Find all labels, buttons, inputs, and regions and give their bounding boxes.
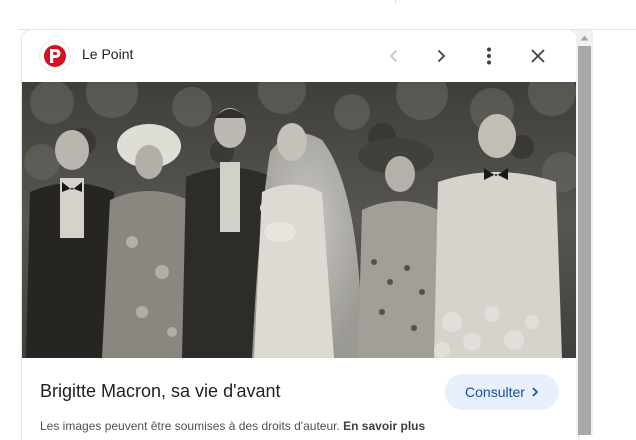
top-strip xyxy=(0,0,636,30)
next-button[interactable] xyxy=(423,38,459,74)
scroll-up-button[interactable] xyxy=(576,30,593,45)
close-icon xyxy=(531,49,545,63)
chevron-right-icon xyxy=(437,49,446,63)
copyright-notice: Les images peuvent être soumises à des d… xyxy=(40,419,425,433)
learn-more-link[interactable]: En savoir plus xyxy=(343,419,425,433)
previous-button[interactable] xyxy=(376,38,412,74)
triangle-up-icon xyxy=(580,35,589,40)
visit-button[interactable]: Consulter xyxy=(445,374,559,410)
chevron-left-icon xyxy=(389,49,398,63)
copyright-text: Les images peuvent être soumises à des d… xyxy=(40,419,340,433)
panel-header: Le Point xyxy=(22,30,578,82)
image-title: Brigitte Macron, sa vie d'avant xyxy=(40,381,281,401)
chevron-right-icon xyxy=(532,387,539,397)
preview-image[interactable] xyxy=(22,82,578,358)
image-preview-panel: Le Point Brigitte Macron, sa vie d'avant… xyxy=(22,30,578,440)
le-point-logo-icon xyxy=(44,45,66,67)
more-options-button[interactable] xyxy=(471,38,507,74)
source-logo[interactable] xyxy=(40,41,70,71)
close-button[interactable] xyxy=(520,38,556,74)
visit-button-label: Consulter xyxy=(465,384,525,400)
top-divider-tick xyxy=(395,0,396,4)
source-name[interactable]: Le Point xyxy=(82,46,133,62)
more-vert-icon xyxy=(487,47,491,65)
scrollbar-thumb[interactable] xyxy=(578,46,591,435)
